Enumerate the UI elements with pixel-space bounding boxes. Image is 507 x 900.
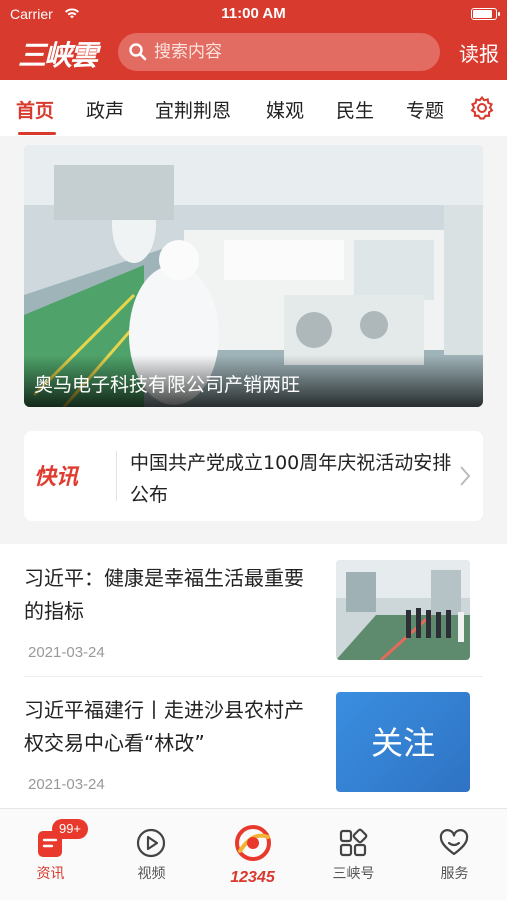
flash-news-tag: 快讯 <box>34 465 79 490</box>
tab-media[interactable]: 媒观 <box>266 96 304 123</box>
chevron-right-icon <box>460 466 471 486</box>
tab-special[interactable]: 专题 <box>406 96 444 123</box>
nav-sanxia-account[interactable]: 三峡号 <box>303 809 404 900</box>
clock: 11:00 AM <box>221 5 286 22</box>
nav-news[interactable]: 99+ 资讯 <box>0 809 101 900</box>
settings-gear-icon[interactable] <box>469 95 495 121</box>
news-title: 习近平：健康是幸福生活最重要的指标 <box>24 566 304 623</box>
news-thumbnail <box>336 560 470 660</box>
tab-home[interactable]: 首页 <box>16 96 54 123</box>
follow-thumb-text: 关注 <box>370 724 435 762</box>
flash-news-text: 中国共产党成立100周年庆祝活动安排公布 <box>130 452 452 506</box>
bottom-navigation: 99+ 资讯 视频 12345 三峡号 服务 <box>0 808 507 900</box>
hero-caption: 奥马电子科技有限公司产销两旺 <box>34 374 301 396</box>
battery-icon <box>471 8 500 20</box>
nav-label: 资讯 <box>36 866 65 882</box>
app-logo: 三峡雲 <box>18 39 98 72</box>
flash-news-card[interactable]: 快讯 中国共产党成立100周年庆祝活动安排公布 <box>24 431 483 521</box>
category-tabs: 首页 政声 宜荆荆恩 媒观 民生 专题 <box>0 80 507 136</box>
hero-banner[interactable]: 奥马电子科技有限公司产销两旺 <box>24 145 483 407</box>
search-bar[interactable] <box>118 33 440 71</box>
nav-label: 服务 <box>440 866 469 882</box>
tab-politics[interactable]: 政声 <box>86 96 124 123</box>
news-thumbnail-follow: 关注 <box>336 692 470 792</box>
tab-region[interactable]: 宜荆荆恩 <box>155 96 231 123</box>
news-item[interactable]: 习近平：健康是幸福生活最重要的指标 2021-03-24 <box>0 544 507 674</box>
nav-label: 视频 <box>137 866 166 882</box>
heart-service-icon <box>439 829 469 856</box>
search-icon <box>129 43 147 61</box>
news-date: 2021-03-24 <box>28 644 105 661</box>
notification-badge: 99+ <box>52 819 88 839</box>
nav-label: 三峡号 <box>332 866 375 882</box>
nav-hotline-12345[interactable]: 12345 <box>202 809 303 900</box>
active-tab-indicator <box>18 132 56 135</box>
hotline-logo-icon <box>235 825 271 861</box>
divider <box>116 451 117 501</box>
status-bar: Carrier 11:00 AM <box>0 4 507 24</box>
hero-caption-overlay: 奥马电子科技有限公司产销两旺 <box>24 355 483 407</box>
news-title: 习近平福建行丨走进沙县农村产权交易中心看“林改” <box>24 698 304 755</box>
news-date: 2021-03-24 <box>28 776 105 793</box>
nav-video[interactable]: 视频 <box>101 809 202 900</box>
read-newspaper-button[interactable]: 读报 <box>459 38 499 67</box>
play-circle-icon <box>136 828 166 858</box>
hotline-number: 12345 <box>230 869 275 886</box>
search-input[interactable] <box>154 33 424 71</box>
news-item[interactable]: 习近平福建行丨走进沙县农村产权交易中心看“林改” 2021-03-24 关注 <box>0 676 507 806</box>
nav-services[interactable]: 服务 <box>404 809 505 900</box>
tab-livelihood[interactable]: 民生 <box>336 96 374 123</box>
grid-apps-icon <box>339 828 368 857</box>
app-header: Carrier 11:00 AM 三峡雲 读报 <box>0 0 507 80</box>
news-list: 习近平：健康是幸福生活最重要的指标 2021-03-24 习近平福建行丨走进沙县… <box>0 544 507 808</box>
